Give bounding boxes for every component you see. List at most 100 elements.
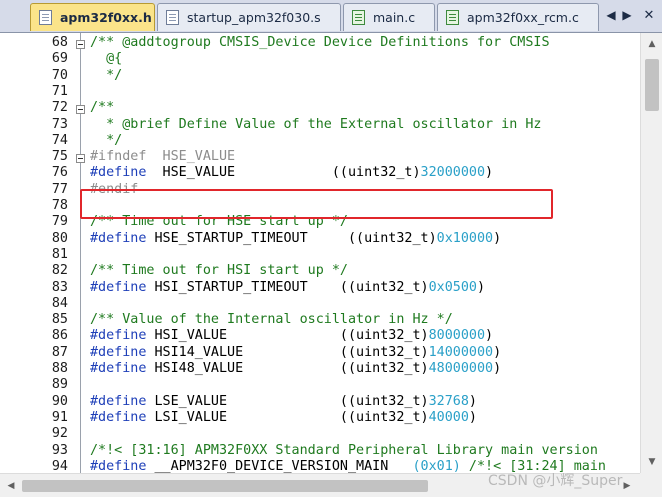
tab-apm32f0xx-h[interactable]: apm32f0xx.h xyxy=(30,3,155,31)
code-line[interactable]: 75 #ifndef HSE_VALUE xyxy=(0,149,640,165)
line-number: 89 xyxy=(51,377,68,393)
code-line[interactable]: 70 */ xyxy=(0,68,640,84)
code-editor[interactable]: 68 /** @addtogroup CMSIS_Device Device De… xyxy=(0,33,662,473)
line-number: 85 xyxy=(51,312,68,328)
line-number: 94 xyxy=(51,458,68,473)
code-line[interactable]: 90 #define LSE_VALUE ((uint32_t)32768) xyxy=(0,394,640,410)
scroll-left-icon[interactable]: ◀ xyxy=(4,479,18,493)
tab-scroll-right-icon[interactable]: ▶ xyxy=(620,6,634,24)
code-text: @{ xyxy=(90,51,122,67)
line-number: 76 xyxy=(51,165,68,181)
close-tab-icon[interactable]: ✕ xyxy=(642,6,656,24)
header-file-icon xyxy=(39,10,52,25)
code-token: #define xyxy=(90,361,147,376)
tab-main-c[interactable]: main.c xyxy=(343,3,435,31)
code-text: /** Value of the Internal oscillator in … xyxy=(90,312,453,328)
code-line[interactable]: 81 xyxy=(0,247,640,263)
code-line[interactable]: 85 /** Value of the Internal oscillator i… xyxy=(0,312,640,328)
line-number: 87 xyxy=(51,344,68,360)
code-token: ) xyxy=(468,409,477,425)
code-token: * @brief Define Value of the External os… xyxy=(90,116,542,132)
code-line[interactable]: 71 xyxy=(0,84,640,100)
code-token: 14000000 xyxy=(428,344,494,360)
code-text: #ifndef HSE_VALUE xyxy=(90,149,235,165)
code-token: #define xyxy=(90,328,147,344)
code-text: #define HSE_VALUE ((uint32_t)32000000) xyxy=(90,165,493,181)
tab-scroll-left-icon[interactable]: ◀ xyxy=(604,6,618,24)
code-token: 32000000 xyxy=(420,165,486,181)
code-line[interactable]: 87 #define HSI14_VALUE ((uint32_t)1400000… xyxy=(0,345,640,361)
line-number: 71 xyxy=(51,83,68,99)
code-line[interactable]: 92 xyxy=(0,426,640,442)
scrollbar-corner xyxy=(640,473,662,497)
vertical-scroll-thumb[interactable] xyxy=(645,59,659,111)
tab-label: apm32f0xx.h xyxy=(60,10,152,25)
asm-file-icon xyxy=(166,10,179,25)
fold-collapse-icon[interactable] xyxy=(76,105,85,115)
code-text: /** xyxy=(90,100,114,116)
code-text: */ xyxy=(90,133,122,149)
code-token: /** Time out for HSI start up */ xyxy=(90,263,348,279)
code-token: ) xyxy=(468,393,477,409)
line-number: 81 xyxy=(51,246,68,262)
code-token: HSI_VALUE ((uint32_t) xyxy=(146,328,429,344)
line-number: 90 xyxy=(51,393,68,409)
code-token: HSE_VALUE ((uint32_t) xyxy=(146,165,421,181)
code-text: #define HSE_STARTUP_TIMEOUT ((uint32_t)0… xyxy=(90,231,501,247)
line-number: 73 xyxy=(51,116,68,132)
code-line[interactable]: 74 */ xyxy=(0,133,640,149)
fold-collapse-icon[interactable] xyxy=(76,154,85,164)
code-line[interactable]: 73 * @brief Define Value of the External… xyxy=(0,117,640,133)
code-token: @{ xyxy=(90,51,123,67)
code-text: /*!< [31:16] APM32F0XX Standard Peripher… xyxy=(90,443,598,459)
code-line[interactable]: 68 /** @addtogroup CMSIS_Device Device De… xyxy=(0,35,640,51)
code-line[interactable]: 82 /** Time out for HSI start up */ xyxy=(0,263,640,279)
tab-startup-apm32f030-s[interactable]: startup_apm32f030.s xyxy=(157,3,341,31)
code-token: #define xyxy=(90,344,147,360)
line-number: 84 xyxy=(51,295,68,311)
code-text: */ xyxy=(90,68,122,84)
tab-label: startup_apm32f030.s xyxy=(187,10,321,25)
c-file-icon xyxy=(446,10,459,25)
code-line[interactable]: 89 xyxy=(0,377,640,393)
line-number: 91 xyxy=(51,409,68,425)
code-token: HSI_STARTUP_TIMEOUT ((uint32_t) xyxy=(146,279,429,295)
code-token: #define xyxy=(90,409,147,425)
code-token: HSE_STARTUP_TIMEOUT ((uint32_t) xyxy=(146,230,437,246)
code-text: #define HSI_STARTUP_TIMEOUT ((uint32_t)0… xyxy=(90,280,485,296)
code-token: HSI48_VALUE ((uint32_t) xyxy=(146,361,429,376)
fold-collapse-icon[interactable] xyxy=(76,40,85,49)
code-token: /** Value of the Internal oscillator in … xyxy=(90,312,453,328)
code-line[interactable]: 72 /** xyxy=(0,100,640,116)
code-token: ) xyxy=(485,165,494,181)
line-number: 82 xyxy=(51,263,68,279)
line-number: 88 xyxy=(51,361,68,376)
tab-apm32f0xx-rcm-c[interactable]: apm32f0xx_rcm.c xyxy=(437,3,599,31)
horizontal-scroll-thumb[interactable] xyxy=(22,480,428,492)
code-text: * @brief Define Value of the External os… xyxy=(90,117,541,133)
code-token: ) xyxy=(493,361,502,376)
code-token: ) xyxy=(476,279,486,295)
code-token: 8000000 xyxy=(428,328,486,344)
code-line[interactable]: 76 #define HSE_VALUE ((uint32_t)32000000) xyxy=(0,165,640,181)
code-line[interactable]: 93 /*!< [31:16] APM32F0XX Standard Periph… xyxy=(0,443,640,459)
line-number: 68 xyxy=(51,35,68,50)
code-token: HSI14_VALUE ((uint32_t) xyxy=(146,344,429,360)
code-token: LSI_VALUE ((uint32_t) xyxy=(146,409,429,425)
code-line[interactable]: 84 xyxy=(0,296,640,312)
line-number: 77 xyxy=(51,181,68,197)
vertical-scrollbar[interactable]: ▲ ▼ xyxy=(640,33,662,473)
code-token: */ xyxy=(90,132,123,148)
code-line[interactable]: 80 #define HSE_STARTUP_TIMEOUT ((uint32_t… xyxy=(0,231,640,247)
code-line[interactable]: 86 #define HSI_VALUE ((uint32_t)8000000) xyxy=(0,328,640,344)
code-line[interactable]: 69 @{ xyxy=(0,51,640,67)
code-line[interactable]: 88 #define HSI48_VALUE ((uint32_t)4800000… xyxy=(0,361,640,377)
code-token: 0x0500 xyxy=(428,279,477,295)
code-token: 0x10000 xyxy=(436,230,494,246)
scroll-up-icon[interactable]: ▲ xyxy=(645,37,659,51)
code-token: ) xyxy=(485,328,494,344)
code-token: #define xyxy=(90,458,147,473)
code-line[interactable]: 91 #define LSI_VALUE ((uint32_t)40000) xyxy=(0,410,640,426)
code-line[interactable]: 83 #define HSI_STARTUP_TIMEOUT ((uint32_t… xyxy=(0,280,640,296)
scroll-down-icon[interactable]: ▼ xyxy=(645,455,659,469)
